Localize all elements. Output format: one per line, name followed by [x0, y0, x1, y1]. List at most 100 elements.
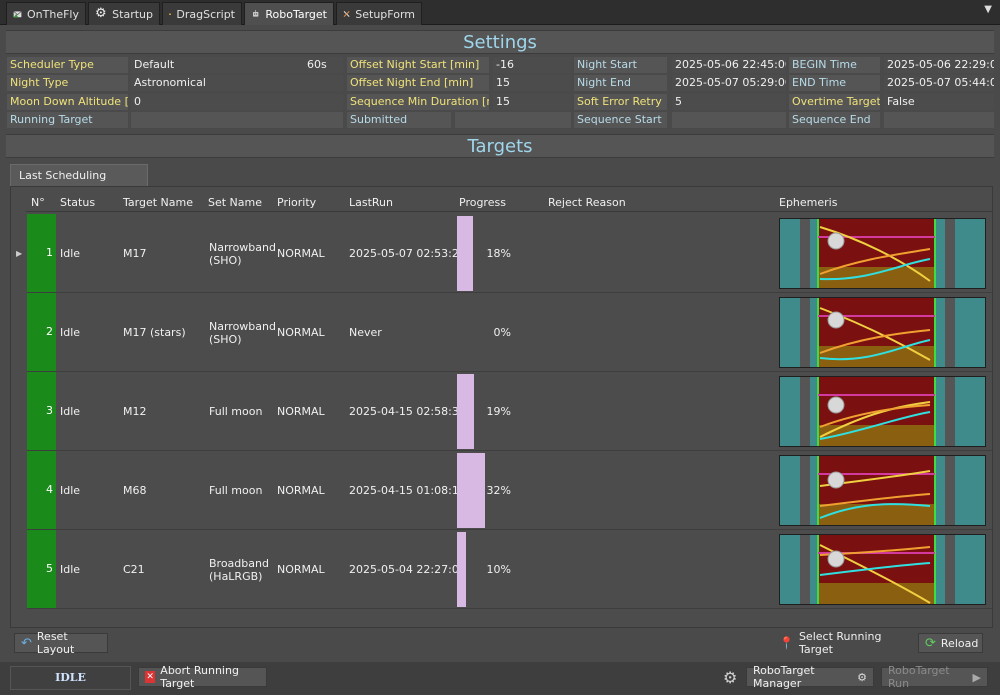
row-set-name-2: (HaLRGB) — [209, 569, 263, 583]
settings-gear-icon[interactable]: ⚙ — [723, 668, 737, 687]
row-lastrun: 2025-04-15 01:08:18 — [349, 483, 466, 497]
ephemeris-icon — [780, 219, 985, 288]
tab-label: OnTheFly — [27, 7, 79, 21]
row-progress: 10% — [486, 562, 511, 576]
ephemeris-chart — [779, 297, 986, 368]
status-indicator: IDLE — [10, 666, 131, 690]
current-row-indicator-icon: ▶ — [16, 248, 23, 258]
row-lastrun: 2025-05-07 02:53:26 — [349, 246, 466, 260]
row-target-name: M68 — [123, 483, 147, 497]
offset-start-value: -16 — [493, 57, 571, 73]
col-header-reject-reason[interactable]: Reject Reason — [548, 195, 626, 211]
moon-down-label: Moon Down Altitude [°] — [7, 94, 128, 110]
col-header-progress[interactable]: Progress — [459, 195, 506, 211]
map-pin-icon: 📍 — [779, 636, 794, 650]
tab-startup[interactable]: ⚙ Startup — [88, 2, 160, 25]
moon-down-value: 0 — [131, 94, 343, 110]
tab-label: Startup — [112, 7, 153, 21]
row-progress: 32% — [486, 483, 511, 497]
row-progress: 0% — [493, 325, 511, 339]
col-header-target-name[interactable]: Target Name — [123, 195, 193, 211]
night-type-label: Night Type — [7, 75, 128, 91]
row-set-name: Broadband — [209, 556, 269, 570]
running-target-value — [131, 112, 343, 128]
row-target-name: M12 — [123, 404, 147, 418]
row-lastrun: Never — [349, 325, 382, 339]
row-priority: NORMAL — [277, 483, 325, 497]
tab-onthefly[interactable]: OnTheFly — [6, 2, 86, 25]
row-set-name-2: (SHO) — [209, 332, 242, 346]
row-set-name-2: (SHO) — [209, 253, 242, 267]
row-target-name: M17 (stars) — [123, 325, 186, 339]
row-priority: NORMAL — [277, 562, 325, 576]
select-running-target-label: Select Running Target — [798, 630, 882, 656]
reload-button[interactable]: ⟳ Reload — [918, 633, 983, 653]
scheduler-type-label: Scheduler Type — [7, 57, 128, 73]
robot-arm-icon: ⚙ — [857, 670, 867, 684]
ephemeris-icon — [780, 535, 985, 604]
robotarget-run-label: RoboTarget Run — [888, 664, 950, 690]
row-lastrun: 2025-05-04 22:27:03 — [349, 562, 466, 576]
row-separator — [27, 450, 992, 451]
tab-menu-arrow-icon[interactable]: ▼ — [984, 4, 992, 15]
row-set-name: Narrowband — [209, 319, 276, 333]
row-target-name: C21 — [123, 562, 145, 576]
abort-icon: ✕ — [145, 671, 156, 683]
night-end-value: 2025-05-07 05:29:00 — [672, 75, 786, 91]
end-time-value: 2025-05-07 05:44:00 — [884, 75, 994, 91]
row-number: 1 — [27, 214, 56, 292]
play-icon: ▶ — [972, 670, 981, 684]
reset-layout-button[interactable]: ↶ Reset Layout — [14, 630, 108, 656]
col-header-number[interactable]: N° — [31, 195, 45, 211]
select-running-target-button[interactable]: 📍 Select Running Target — [773, 630, 912, 656]
ephemeris-chart — [779, 376, 986, 447]
night-start-value: 2025-05-06 22:45:00 — [672, 57, 786, 73]
robotarget-run-button[interactable]: RoboTarget Run ▶ — [881, 664, 988, 690]
robot-icon — [253, 9, 259, 17]
row-progress: 18% — [486, 246, 511, 260]
row-number: 5 — [27, 530, 56, 608]
robotarget-manager-label: RoboTarget Manager — [753, 664, 815, 690]
ephemeris-icon — [780, 298, 985, 367]
row-status: Idle — [60, 325, 81, 339]
scheduler-type-value: Default 60s — [131, 57, 343, 73]
tab-dragscript[interactable]: DragScript — [162, 2, 242, 25]
row-set-name: Narrowband — [209, 240, 276, 254]
main-tab-bar: OnTheFly ⚙ Startup DragScript RoboTarget… — [0, 0, 1000, 25]
row-status: Idle — [60, 483, 81, 497]
reset-layout-label: Reset Layout — [36, 630, 75, 656]
tab-setupform[interactable]: SetupForm — [336, 2, 422, 25]
tab-robotarget[interactable]: RoboTarget — [244, 2, 334, 25]
tab-label: DragScript — [176, 7, 235, 21]
reload-icon: ⟳ — [925, 635, 936, 651]
col-header-lastrun[interactable]: LastRun — [349, 195, 393, 211]
tab-last-scheduling-selection[interactable]: Last Scheduling Selection — [10, 164, 148, 203]
row-priority: NORMAL — [277, 246, 325, 260]
seq-min-value: 15 — [493, 94, 571, 110]
overtime-label: Overtime Target — [789, 94, 880, 110]
begin-time-value: 2025-05-06 22:29:00 — [884, 57, 994, 73]
reload-label: Reload — [940, 636, 979, 650]
col-header-priority[interactable]: Priority — [277, 195, 316, 211]
row-lastrun: 2025-04-15 02:58:38 — [349, 404, 466, 418]
offset-start-label: Offset Night Start [min] — [347, 57, 489, 73]
tab-label: SetupForm — [355, 7, 415, 21]
envelope-icon — [13, 11, 22, 18]
col-header-ephemeris[interactable]: Ephemeris — [779, 195, 837, 211]
ephemeris-chart — [779, 534, 986, 605]
row-priority: NORMAL — [277, 404, 325, 418]
night-start-label: Night Start — [574, 57, 667, 73]
abort-running-target-button[interactable]: ✕ Abort Running Target — [138, 664, 267, 690]
ephemeris-icon — [780, 456, 985, 525]
folder-icon — [169, 13, 172, 15]
seq-min-label: Sequence Min Duration [min] — [347, 94, 489, 110]
tab-label: RoboTarget — [265, 7, 327, 21]
col-header-status[interactable]: Status — [60, 195, 95, 211]
undo-icon: ↶ — [21, 635, 32, 651]
col-header-set-name[interactable]: Set Name — [208, 195, 262, 211]
robotarget-manager-button[interactable]: RoboTarget Manager ⚙ — [746, 664, 874, 690]
targets-title: Targets — [6, 134, 994, 158]
ephemeris-chart — [779, 455, 986, 526]
row-separator — [27, 371, 992, 372]
sequence-start-label: Sequence Start — [574, 112, 667, 128]
